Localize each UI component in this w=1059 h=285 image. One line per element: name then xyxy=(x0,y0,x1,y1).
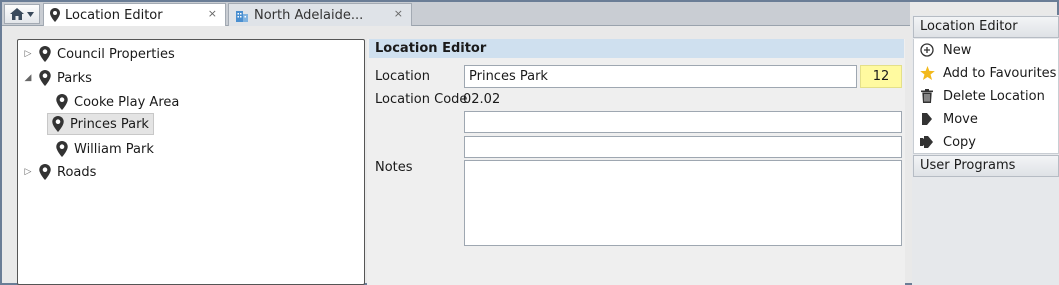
tab-location-editor[interactable]: Location Editor × xyxy=(43,3,226,26)
action-label: Copy xyxy=(943,134,976,150)
tree-item-label: Roads xyxy=(57,164,97,180)
location-editor-form: Location Editor Location Princes Park 12… xyxy=(367,39,905,285)
actions-list: New Add to Favourites Delete Location Mo… xyxy=(913,39,1059,154)
tree-item-william-park[interactable]: William Park xyxy=(52,138,154,160)
map-pin-icon xyxy=(56,141,68,157)
notes-textarea[interactable] xyxy=(464,160,902,246)
tab-close-icon[interactable]: × xyxy=(394,7,403,20)
map-pin-icon xyxy=(50,8,60,22)
tree-item-parks[interactable]: ◢ Parks xyxy=(21,67,92,89)
location-count-badge: 12 xyxy=(860,65,902,88)
action-new[interactable]: New xyxy=(918,40,971,60)
tree-item-council-properties[interactable]: ▷ Council Properties xyxy=(21,43,175,65)
move-icon xyxy=(922,113,932,125)
tree-item-princes-park[interactable]: Princes Park xyxy=(47,113,154,135)
location-input[interactable]: Princes Park xyxy=(464,65,857,88)
building-icon xyxy=(236,11,248,22)
action-label: Add to Favourites xyxy=(943,65,1057,81)
map-pin-icon xyxy=(39,70,51,86)
tree-item-label: Parks xyxy=(57,70,92,86)
extra-field-2[interactable] xyxy=(464,136,902,158)
tab-label: North Adelaide... xyxy=(254,7,364,23)
map-pin-icon xyxy=(39,164,51,180)
tree-item-label: Council Properties xyxy=(57,46,175,62)
tab-label: Location Editor xyxy=(65,7,163,23)
extra-field-1[interactable] xyxy=(464,111,902,133)
tree-item-roads[interactable]: ▷ Roads xyxy=(21,161,96,183)
expand-arrow-icon[interactable]: ▷ xyxy=(21,167,35,177)
action-add-to-favourites[interactable]: Add to Favourites xyxy=(918,63,1056,83)
panel-section-title[interactable]: Location Editor xyxy=(913,16,1059,38)
action-label: Delete Location xyxy=(943,88,1045,104)
map-pin-icon xyxy=(39,46,51,62)
app-window: Location Editor × North Adelaide... × ▷ xyxy=(0,0,1059,285)
home-icon xyxy=(10,8,24,20)
tab-north-adelaide[interactable]: North Adelaide... × xyxy=(228,3,412,26)
tree-item-label: Princes Park xyxy=(70,116,149,132)
notes-label: Notes xyxy=(375,160,413,175)
location-code-label: Location Code xyxy=(375,92,468,107)
expand-arrow-icon[interactable]: ▷ xyxy=(21,49,35,59)
caret-down-icon xyxy=(27,11,34,17)
map-pin-icon xyxy=(56,94,68,110)
tab-strip: Location Editor × North Adelaide... × xyxy=(2,2,910,26)
location-tree[interactable]: ▷ Council Properties ◢ Parks Cooke Play … xyxy=(17,39,365,285)
tab-close-icon[interactable]: × xyxy=(208,7,217,20)
tree-item-label: William Park xyxy=(74,141,154,157)
home-menu-button[interactable] xyxy=(4,4,40,24)
location-label: Location xyxy=(375,69,430,84)
actions-panel: Location Editor New Add to Favourites De… xyxy=(912,15,1059,285)
collapse-arrow-icon[interactable]: ◢ xyxy=(21,73,35,83)
plus-circle-icon xyxy=(920,43,934,57)
map-pin-icon xyxy=(52,116,64,132)
action-copy[interactable]: Copy xyxy=(918,132,976,152)
action-delete-location[interactable]: Delete Location xyxy=(918,86,1045,106)
editor-title: Location Editor xyxy=(369,39,904,58)
user-programs-title[interactable]: User Programs xyxy=(913,155,1059,177)
action-move[interactable]: Move xyxy=(918,109,978,129)
star-icon xyxy=(919,66,935,80)
tree-item-label: Cooke Play Area xyxy=(74,94,180,110)
tree-item-cooke-play-area[interactable]: Cooke Play Area xyxy=(52,91,179,113)
action-label: Move xyxy=(943,111,978,127)
trash-icon xyxy=(921,89,933,103)
location-code-value: 02.02 xyxy=(463,92,501,107)
action-label: New xyxy=(943,42,972,58)
copy-icon xyxy=(920,136,933,148)
